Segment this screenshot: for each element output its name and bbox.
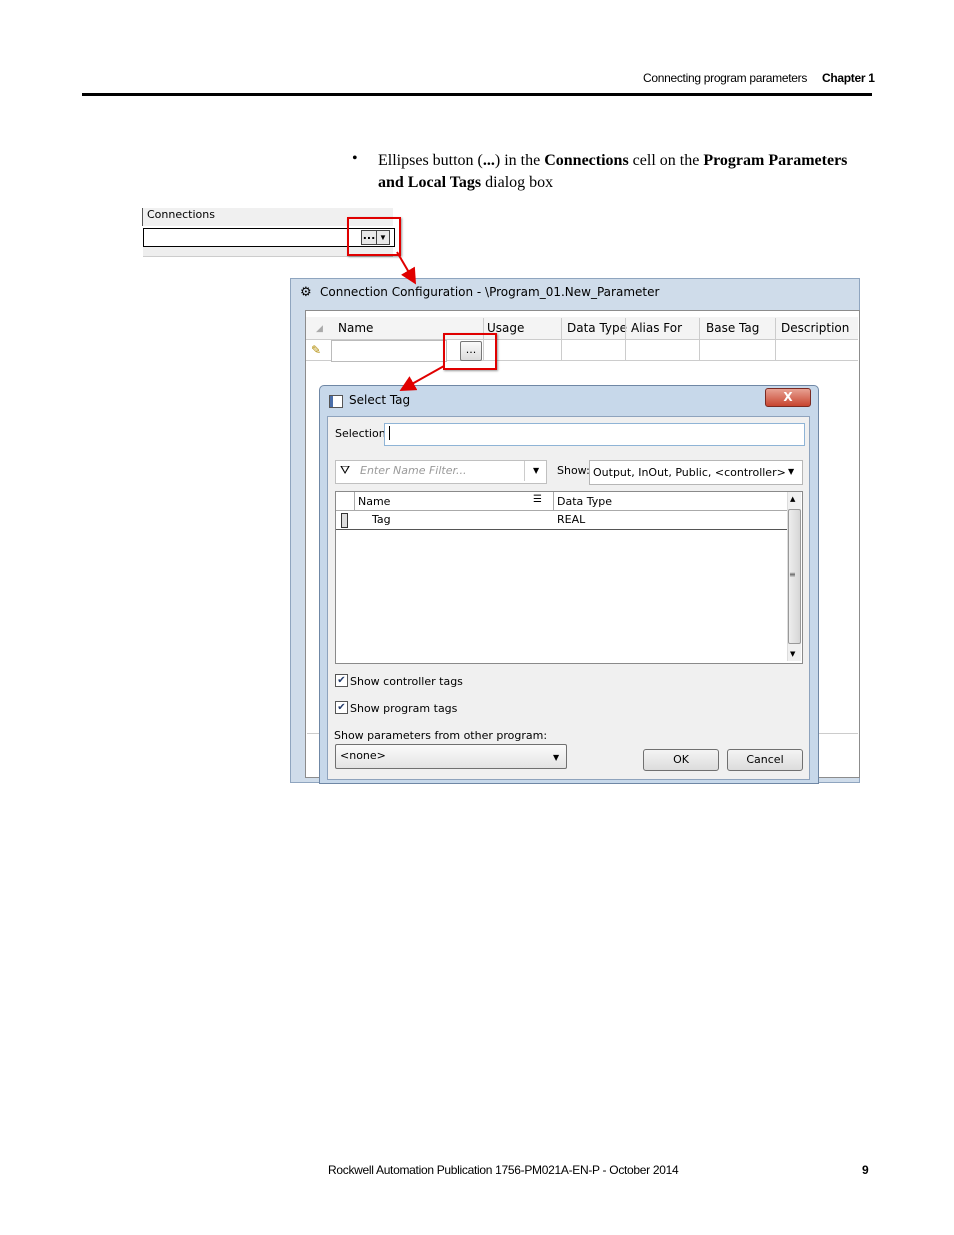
footer-publication: Rockwell Automation Publication 1756-PM0… xyxy=(328,1163,679,1177)
callout-arrows xyxy=(396,251,445,391)
page-number: 9 xyxy=(862,1163,869,1177)
arrow-1 xyxy=(396,251,417,285)
arrow-2 xyxy=(399,365,445,391)
